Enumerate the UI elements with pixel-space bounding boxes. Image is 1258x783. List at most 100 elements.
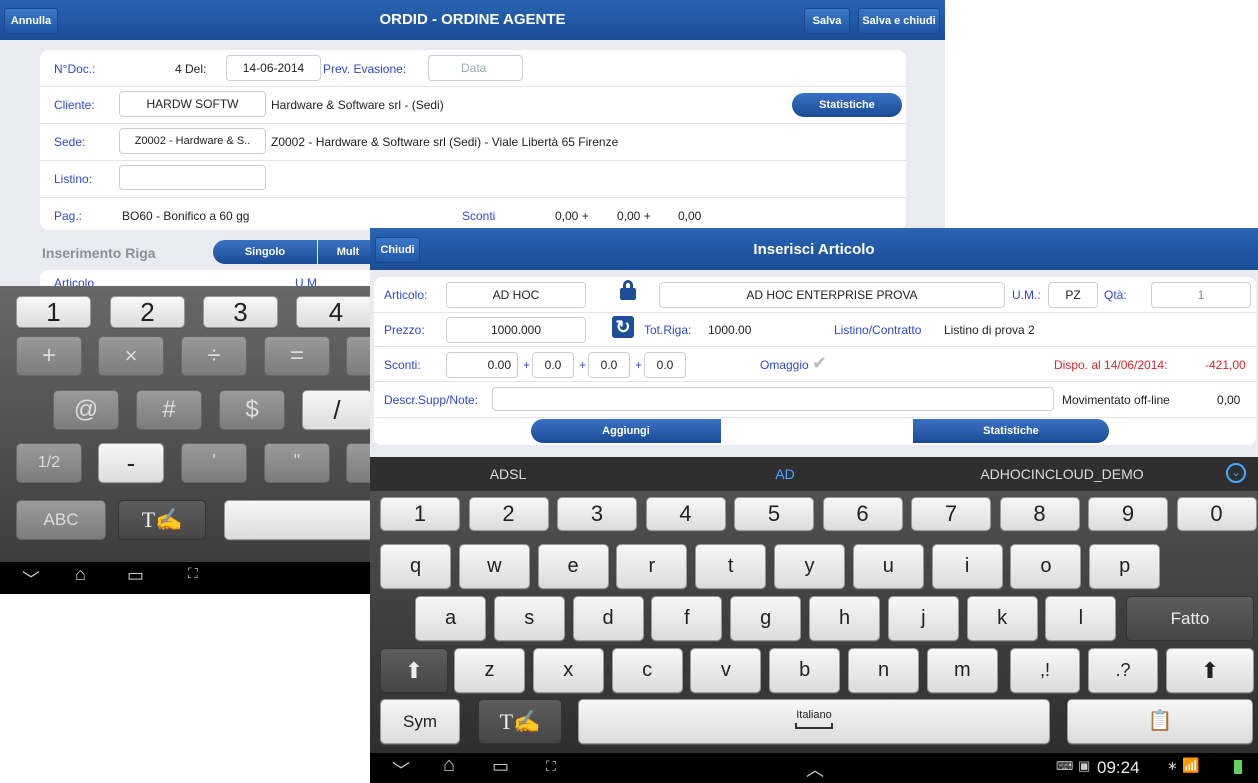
number-key-1[interactable]: 1 xyxy=(380,497,460,531)
recent-apps-icon[interactable]: ▭ xyxy=(127,565,144,586)
letter-key-h[interactable]: h xyxy=(809,596,880,641)
omaggio-check-icon[interactable]: ✔ xyxy=(812,353,827,374)
salva-chiudi-button[interactable]: Salva e chiudi xyxy=(858,8,940,34)
key-slash[interactable]: / xyxy=(302,390,372,430)
descr-field[interactable] xyxy=(492,387,1054,411)
space-key-back[interactable] xyxy=(224,500,380,540)
number-key-7[interactable]: 7 xyxy=(911,497,991,531)
letter-key-f[interactable]: f xyxy=(651,596,723,641)
abc-key[interactable]: ABC xyxy=(16,500,106,540)
letter-key-m[interactable]: m xyxy=(926,648,998,693)
articolo-desc-field[interactable]: AD HOC ENTERPRISE PROVA xyxy=(659,282,1005,308)
listino-field[interactable] xyxy=(119,165,266,190)
handwriting-front-key[interactable]: T✍ xyxy=(478,699,562,744)
recent-apps-icon[interactable]: ▭ xyxy=(492,756,509,777)
prezzo-field[interactable]: 1000.000 xyxy=(446,317,586,343)
statistiche-front-button[interactable]: Statistiche xyxy=(913,419,1109,443)
um-field[interactable]: PZ xyxy=(1048,282,1098,308)
sconto-2-field[interactable]: 0.0 xyxy=(532,352,574,378)
key-plus[interactable]: + xyxy=(16,336,82,376)
sym-key[interactable]: Sym xyxy=(380,699,460,744)
key-4[interactable]: 4 xyxy=(296,296,376,328)
key-equals[interactable]: = xyxy=(264,336,330,376)
space-key[interactable]: Italiano xyxy=(578,699,1050,744)
letter-key-p[interactable]: p xyxy=(1089,544,1161,589)
sconto-1-field[interactable]: 0.00 xyxy=(446,352,518,378)
key-divide[interactable]: ÷ xyxy=(181,336,247,376)
letter-key-y[interactable]: y xyxy=(774,544,845,589)
sconto-3-field[interactable]: 0.0 xyxy=(588,352,630,378)
key-2[interactable]: 2 xyxy=(110,296,185,328)
date-field[interactable]: 14-06-2014 xyxy=(226,55,321,81)
sconto-4-field[interactable]: 0.0 xyxy=(644,352,686,378)
letter-key-q[interactable]: q xyxy=(380,544,451,589)
aggiungi-button[interactable]: Aggiungi xyxy=(531,419,721,443)
key-minus[interactable]: - xyxy=(98,443,164,483)
letter-key-k[interactable]: k xyxy=(966,596,1038,641)
letter-key-z[interactable]: z xyxy=(454,648,525,693)
articolo-code-field[interactable]: AD HOC xyxy=(446,282,586,308)
shift-left-key[interactable]: ⬆ xyxy=(380,648,448,693)
prev-evasione-field[interactable]: Data xyxy=(428,55,523,81)
fatto-key[interactable]: Fatto xyxy=(1126,596,1254,641)
number-key-2[interactable]: 2 xyxy=(468,497,549,531)
letter-key-c[interactable]: c xyxy=(611,648,683,693)
letter-key-x[interactable]: x xyxy=(532,648,604,693)
number-key-9[interactable]: 9 xyxy=(1088,497,1168,531)
number-key-5[interactable]: 5 xyxy=(734,497,814,531)
suggestion-1[interactable]: ADSL xyxy=(370,466,646,482)
expand-suggestions-icon[interactable]: ⌄ xyxy=(1226,463,1246,483)
clipboard-key[interactable]: 📋 xyxy=(1067,699,1253,744)
salva-button[interactable]: Salva xyxy=(804,8,850,34)
letter-key-b[interactable]: b xyxy=(769,648,841,693)
letter-key-g[interactable]: g xyxy=(730,596,802,641)
refresh-icon[interactable]: ↻ xyxy=(612,316,634,338)
comma-key[interactable]: ,! xyxy=(1010,648,1080,693)
cliente-code-field[interactable]: HARDW SOFTW xyxy=(119,91,266,117)
key-at[interactable]: @ xyxy=(53,390,119,430)
letter-key-v[interactable]: v xyxy=(690,648,762,693)
period-key[interactable]: .? xyxy=(1088,648,1158,693)
letter-key-s[interactable]: s xyxy=(493,596,565,641)
letter-key-e[interactable]: e xyxy=(537,544,609,589)
keyboard-hide-icon[interactable]: ︿ xyxy=(806,756,824,782)
handwriting-key[interactable]: T✍ xyxy=(118,500,206,540)
shift-right-key[interactable]: ⬆ xyxy=(1166,648,1254,693)
number-key-4[interactable]: 4 xyxy=(645,497,726,531)
letter-key-o[interactable]: o xyxy=(1010,544,1082,589)
suggestion-3[interactable]: ADHOCINCLOUD_DEMO xyxy=(924,466,1200,482)
screenshot-icon[interactable]: ⛶ xyxy=(188,565,198,582)
number-key-3[interactable]: 3 xyxy=(557,497,637,531)
back-chevron-icon[interactable]: ﹀ xyxy=(392,757,410,783)
multi-tab[interactable]: Mult xyxy=(318,240,378,264)
number-key-8[interactable]: 8 xyxy=(999,497,1080,531)
back-chevron-icon[interactable]: ﹀ xyxy=(22,566,40,592)
letter-key-t[interactable]: t xyxy=(695,544,767,589)
letter-key-l[interactable]: l xyxy=(1045,596,1117,641)
number-key-0[interactable]: 0 xyxy=(1176,497,1257,531)
letter-key-a[interactable]: a xyxy=(415,596,486,641)
statistiche-button[interactable]: Statistiche xyxy=(792,93,902,117)
key-dollar[interactable]: $ xyxy=(219,390,285,430)
key-hash[interactable]: # xyxy=(136,390,202,430)
suggestion-2[interactable]: AD xyxy=(647,466,923,482)
letter-key-n[interactable]: n xyxy=(848,648,919,693)
letter-key-j[interactable]: j xyxy=(887,596,959,641)
sede-code-field[interactable]: Z0002 - Hardware & S.. xyxy=(119,128,266,154)
key-half[interactable]: 1/2 xyxy=(16,443,82,483)
qta-field[interactable]: 1 xyxy=(1151,282,1251,308)
number-key-6[interactable]: 6 xyxy=(822,497,903,531)
letter-key-i[interactable]: i xyxy=(931,544,1003,589)
key-times[interactable]: × xyxy=(98,336,164,376)
key-quote[interactable]: " xyxy=(264,443,330,483)
key-1[interactable]: 1 xyxy=(16,296,91,328)
letter-key-d[interactable]: d xyxy=(572,596,644,641)
lock-icon[interactable] xyxy=(620,280,636,300)
letter-key-r[interactable]: r xyxy=(616,544,688,589)
home-icon[interactable]: ⌂ xyxy=(75,564,86,585)
letter-key-u[interactable]: u xyxy=(852,544,924,589)
key-3[interactable]: 3 xyxy=(203,296,278,328)
letter-key-w[interactable]: w xyxy=(458,544,530,589)
home-icon[interactable]: ⌂ xyxy=(443,754,455,777)
screenshot-icon[interactable]: ⛶ xyxy=(546,758,556,775)
